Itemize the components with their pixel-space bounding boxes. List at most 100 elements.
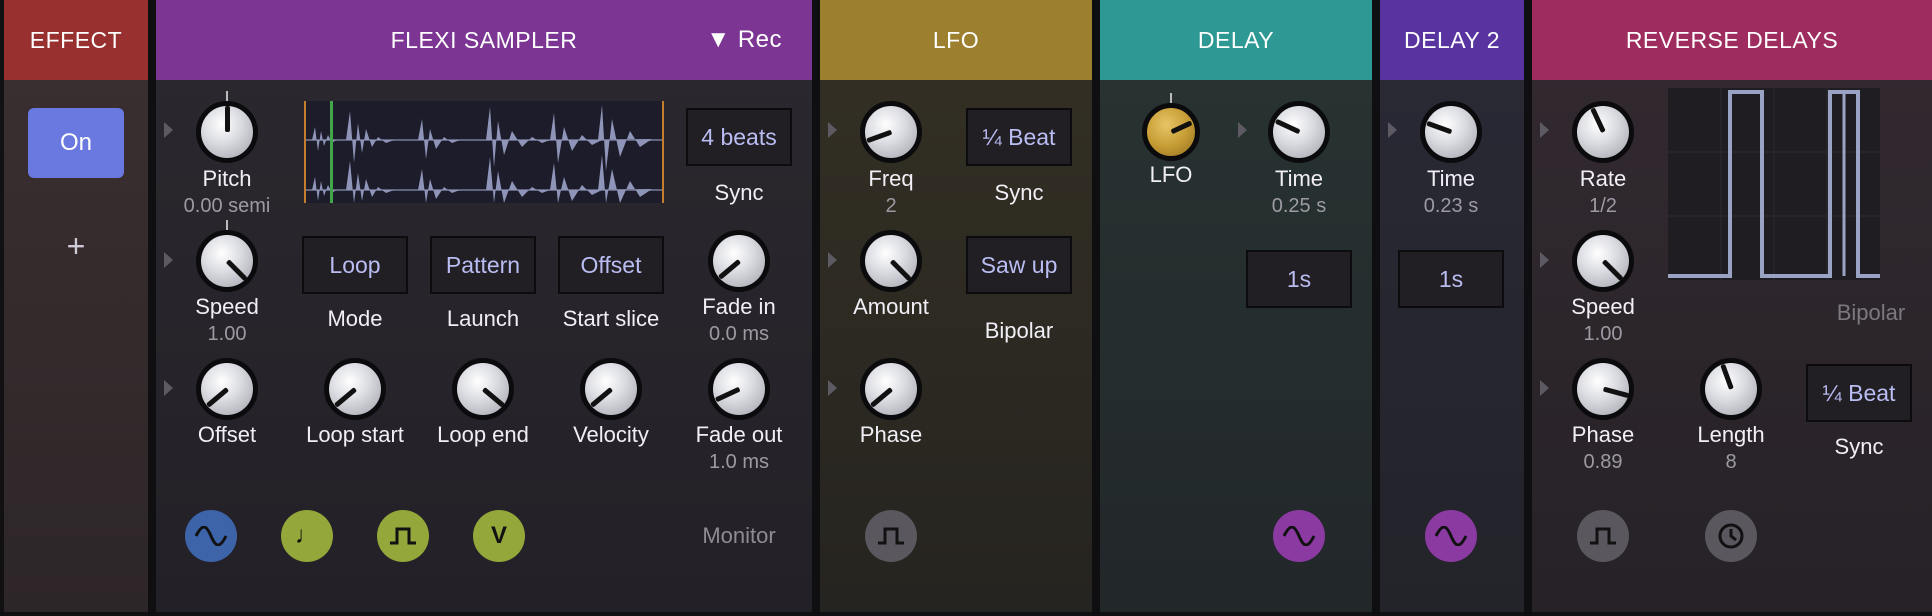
sine-wave-icon[interactable] [185,510,237,562]
offset-knob[interactable] [196,358,258,420]
divider [1372,0,1380,616]
modulation-arrow-icon[interactable] [1540,122,1549,138]
divider [812,0,820,616]
reverse-header: REVERSE DELAYS [1532,0,1932,80]
modulation-arrow-icon[interactable] [1540,380,1549,396]
lfo-title: LFO [932,26,980,53]
reverse-sync-button[interactable]: ¼ Beat [1806,364,1912,422]
delay-time-label: Time [1274,166,1324,191]
add-effect-button[interactable]: + [52,228,100,268]
plus-icon: + [66,228,86,264]
envelope-graph[interactable] [1668,88,1880,280]
reverse-phase-knob[interactable] [1572,358,1634,420]
v-glyph: V [490,522,507,549]
reverse-speed-value: 1.00 [1583,323,1623,345]
modulation-arrow-icon[interactable] [164,122,173,138]
reverse-bipolar-toggle[interactable]: Bipolar [1816,300,1926,326]
offset-label: Offset [197,422,257,447]
delay-header: DELAY [1100,0,1372,80]
loop-start-knob[interactable] [324,358,386,420]
speed-label: Speed [195,294,259,319]
sample-waveform [306,101,662,203]
modulation-arrow-icon[interactable] [828,122,837,138]
modulation-arrow-icon[interactable] [828,380,837,396]
mode-button[interactable]: Loop [302,236,408,294]
lfo-header: LFO [820,0,1092,80]
modulation-arrow-icon[interactable] [1388,122,1397,138]
on-button-label: On [59,129,92,156]
lfo-sync-button[interactable]: ¼ Beat [966,108,1072,166]
pitch-label: Pitch [202,166,252,191]
length-label: Length [1697,422,1765,447]
delay2-time-knob[interactable] [1420,101,1482,163]
freq-knob[interactable] [860,101,922,163]
velocity-v-icon[interactable]: V [473,510,525,562]
rec-button[interactable]: ▼ Rec [706,26,782,54]
delay-time-knob[interactable] [1268,101,1330,163]
lfo-amount-knob[interactable] [1142,103,1200,161]
length-button[interactable]: 4 beats [686,108,792,166]
launch-label: Launch [446,306,520,331]
reverse-delays-panel: REVERSE DELAYS Rate 1/2 Speed 1.00 Bipol… [1532,0,1932,612]
delay2-time-value: 0.23 s [1423,195,1479,217]
square-wave-icon[interactable] [1577,510,1629,562]
delay2-time-range-button[interactable]: 1s [1398,250,1504,308]
playhead-marker [330,101,333,203]
music-note-icon[interactable]: ♩ [281,510,333,562]
knob-center-tick [1170,93,1172,103]
reverse-title: REVERSE DELAYS [1625,26,1839,53]
modulation-arrow-icon[interactable] [1540,252,1549,268]
divider [1524,0,1532,616]
monitor-button[interactable]: Monitor [672,523,806,549]
rate-knob[interactable] [1572,101,1634,163]
velocity-knob[interactable] [580,358,642,420]
reverse-speed-knob[interactable] [1572,230,1634,292]
start-slice-label: Start slice [562,306,660,331]
mode-label: Mode [327,306,383,331]
fade-out-knob[interactable] [708,358,770,420]
knob-center-tick [226,220,228,230]
reverse-phase-label: Phase [1571,422,1635,447]
effect-header: EFFECT [4,0,148,80]
sync-label: Sync [714,180,764,205]
delay2-title: DELAY 2 [1404,26,1500,53]
pitch-knob[interactable] [196,101,258,163]
knob-center-tick [226,91,228,101]
modulation-arrow-icon[interactable] [1238,122,1247,138]
amount-knob[interactable] [860,230,922,292]
square-wave-icon[interactable] [377,510,429,562]
modulation-arrow-icon[interactable] [164,380,173,396]
divider [1092,0,1100,616]
modulation-arrow-icon[interactable] [164,252,173,268]
delay2-header: DELAY 2 [1380,0,1524,80]
flexi-sampler-panel: FLEXI SAMPLER ▼ Rec Pitch 0.00 semi 4 be… [156,0,812,612]
delay2-panel: DELAY 2 Time 0.23 s 1s [1380,0,1524,612]
waveform-display[interactable] [304,101,664,203]
length-knob[interactable] [1700,358,1762,420]
sine-wave-icon[interactable] [1425,510,1477,562]
square-wave-icon[interactable] [865,510,917,562]
freq-label: Freq [868,166,914,191]
velocity-label: Velocity [573,422,649,447]
length-value: 8 [1725,451,1737,473]
lfo-phase-knob[interactable] [860,358,922,420]
launch-button[interactable]: Pattern [430,236,536,294]
fade-in-knob[interactable] [708,230,770,292]
reverse-sync-label: Sync [1834,434,1884,459]
clock-icon[interactable] [1705,510,1757,562]
reverse-speed-label: Speed [1571,294,1635,319]
loop-end-label: Loop end [437,422,529,447]
lfo-shape-button[interactable]: Saw up [966,236,1072,294]
loop-end-knob[interactable] [452,358,514,420]
delay-panel: DELAY LFO Time 0.25 s 1s [1100,0,1372,612]
freq-value: 2 [885,195,897,217]
modulation-arrow-icon[interactable] [828,252,837,268]
fade-out-label: Fade out [695,422,783,447]
sine-wave-icon[interactable] [1273,510,1325,562]
delay-time-range-button[interactable]: 1s [1246,250,1352,308]
pitch-value: 0.00 semi [183,195,271,217]
on-button[interactable]: On [28,108,124,178]
speed-knob[interactable] [196,230,258,292]
start-slice-button[interactable]: Offset [558,236,664,294]
lfo-bipolar-toggle[interactable]: Bipolar [966,318,1072,344]
